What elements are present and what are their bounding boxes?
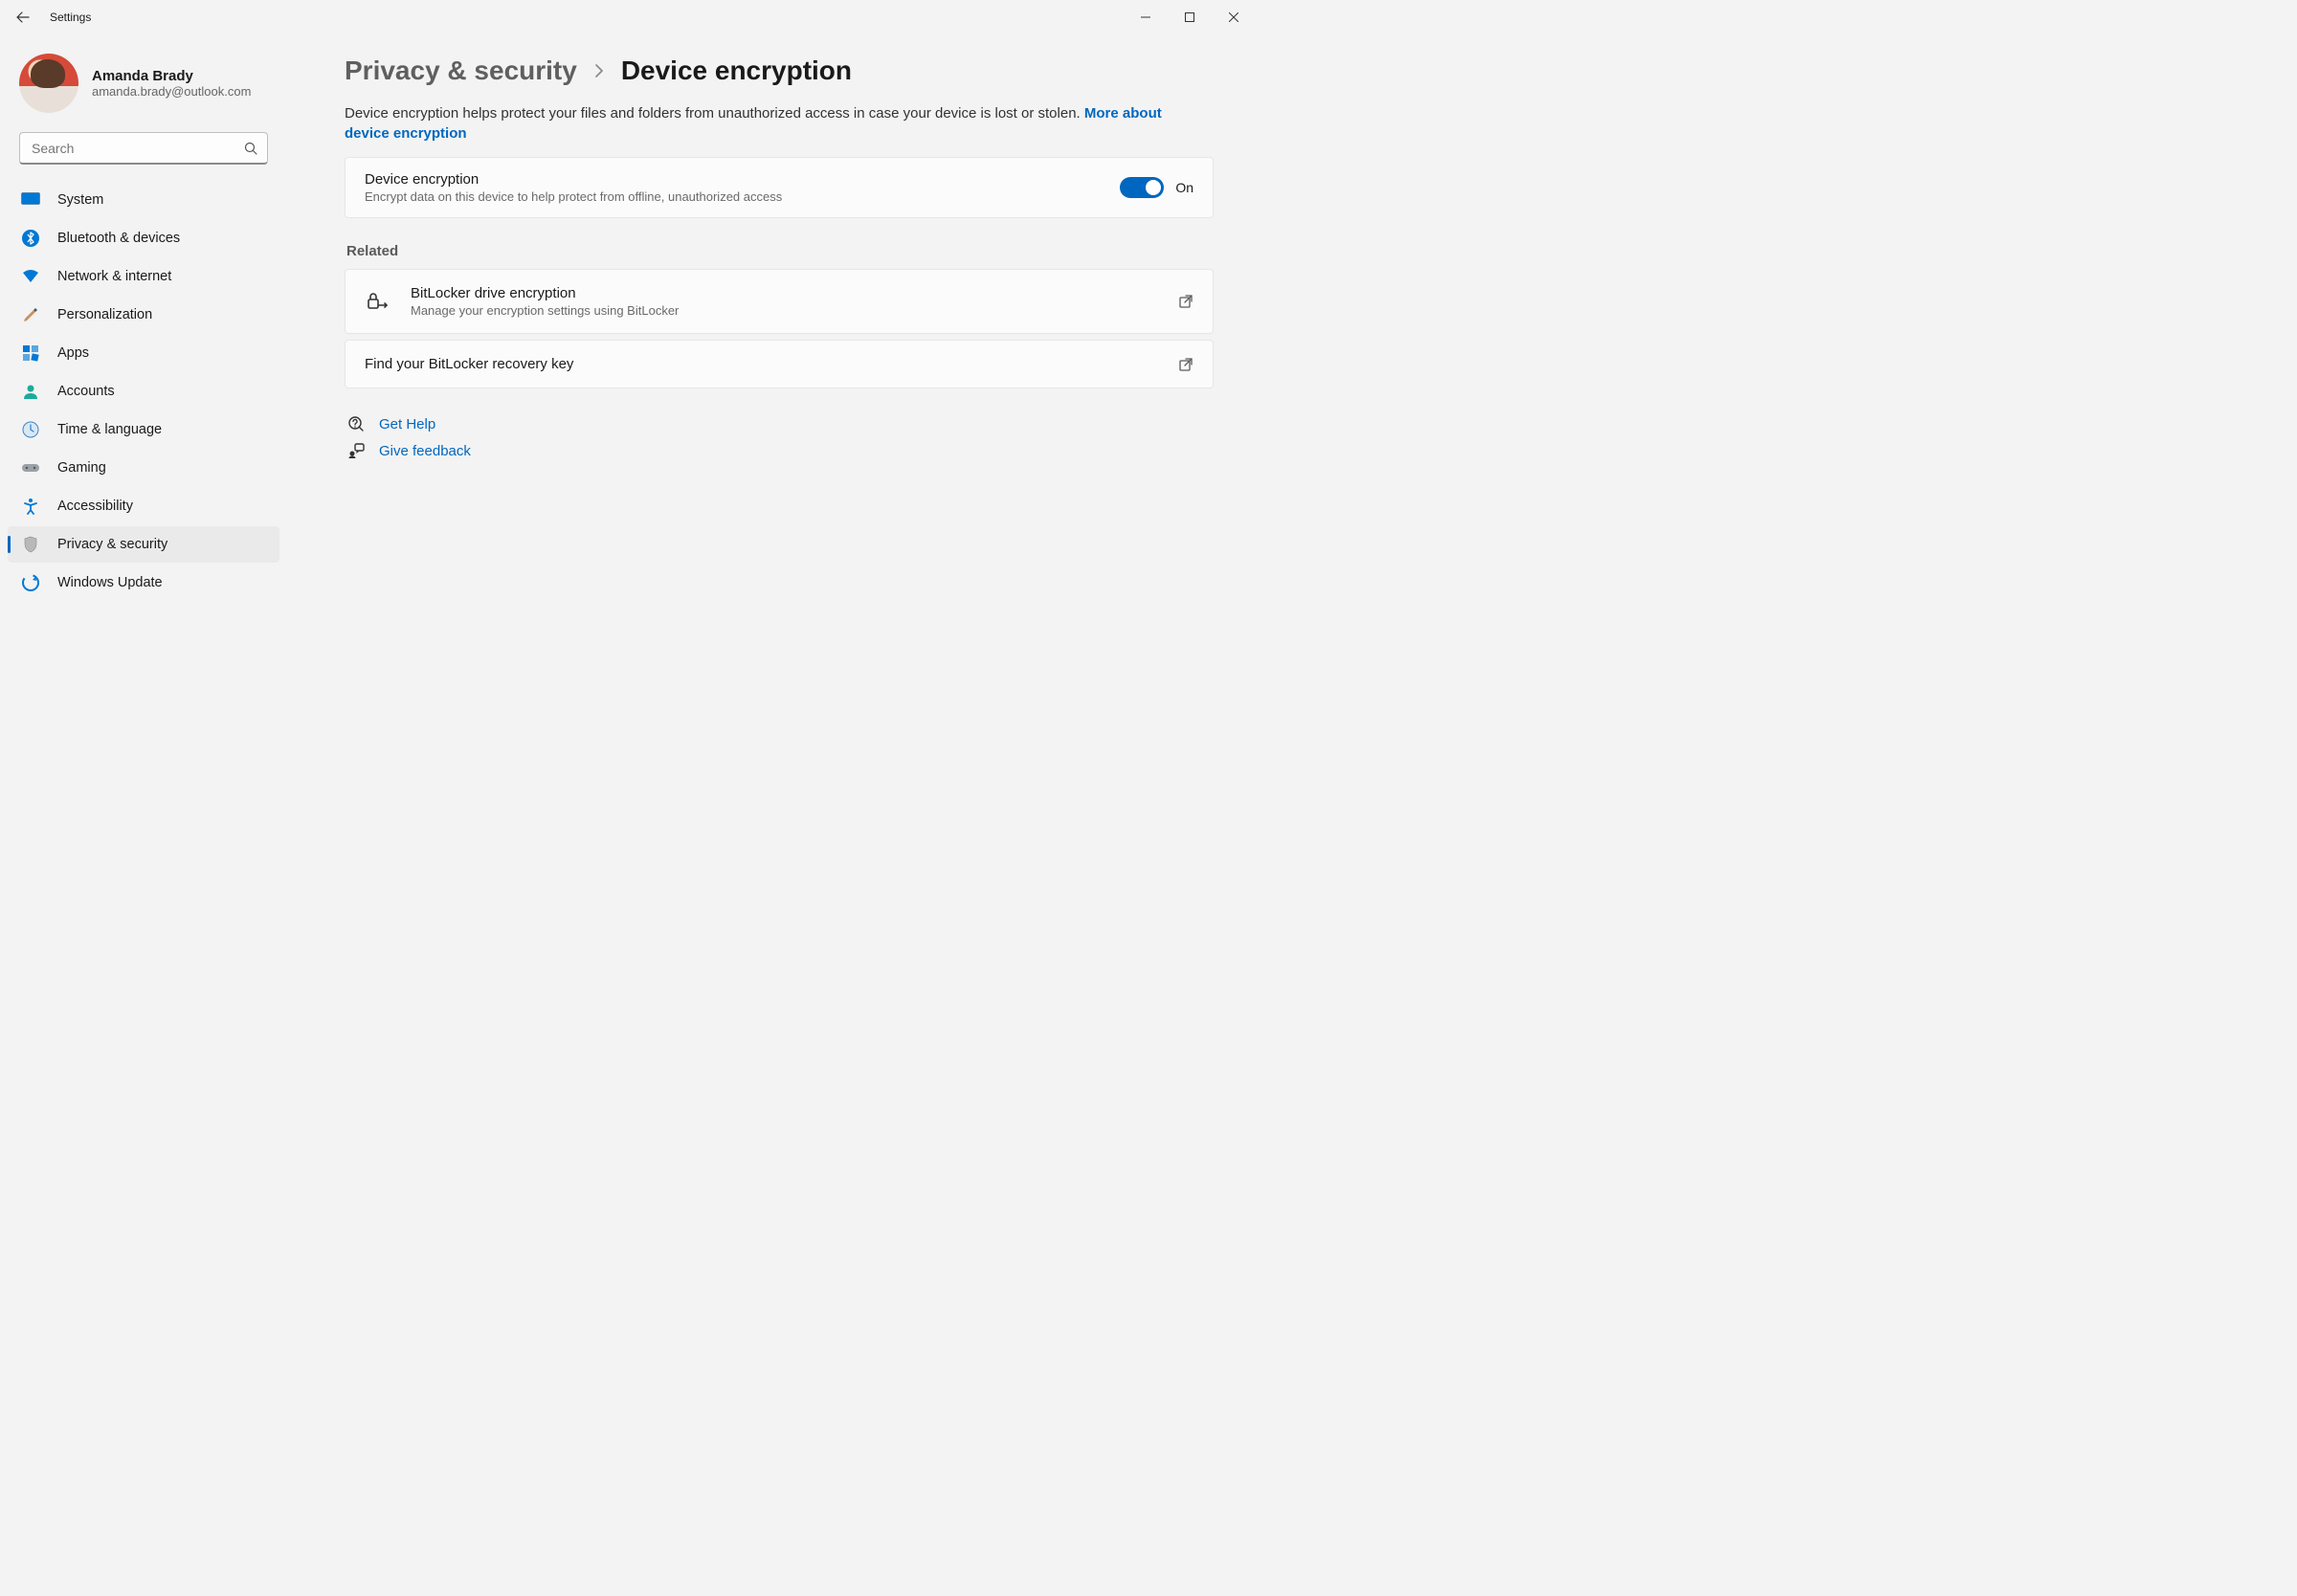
titlebar: Settings <box>0 0 1260 34</box>
sidebar-item-apps[interactable]: Apps <box>8 335 279 371</box>
toggle-wrapper: On <box>1120 177 1193 198</box>
minimize-button[interactable] <box>1124 0 1168 34</box>
sidebar-item-system[interactable]: System <box>8 182 279 218</box>
sidebar-item-accessibility[interactable]: Accessibility <box>8 488 279 524</box>
close-icon <box>1229 12 1238 22</box>
sidebar-item-label: System <box>57 192 103 208</box>
card-subtitle: Encrypt data on this device to help prot… <box>365 189 1103 204</box>
close-button[interactable] <box>1212 0 1256 34</box>
get-help-link[interactable]: Get Help <box>346 415 1214 432</box>
sidebar-item-label: Accessibility <box>57 499 133 514</box>
sidebar-item-windows-update[interactable]: Windows Update <box>8 565 279 601</box>
sidebar-item-time-language[interactable]: Time & language <box>8 411 279 448</box>
give-feedback-link[interactable]: Give feedback <box>346 442 1214 459</box>
find-recovery-key-link[interactable]: Find your BitLocker recovery key <box>345 340 1214 388</box>
sidebar-item-label: Apps <box>57 345 89 361</box>
feedback-icon <box>346 442 366 459</box>
breadcrumb-parent[interactable]: Privacy & security <box>345 55 577 86</box>
breadcrumb: Privacy & security Device encryption <box>345 55 1214 86</box>
card-title: Device encryption <box>365 171 1103 188</box>
accessibility-icon <box>21 497 40 516</box>
clock-globe-icon <box>21 420 40 439</box>
nav: System Bluetooth & devices Network & int… <box>8 182 279 601</box>
sidebar-item-label: Time & language <box>57 422 162 437</box>
window-controls <box>1124 0 1256 34</box>
breadcrumb-current: Device encryption <box>621 55 852 86</box>
open-external-icon <box>1178 294 1193 309</box>
avatar <box>19 54 78 113</box>
wifi-icon <box>21 267 40 286</box>
maximize-button[interactable] <box>1168 0 1212 34</box>
user-name: Amanda Brady <box>92 68 251 84</box>
device-encryption-card: Device encryption Encrypt data on this d… <box>345 157 1214 218</box>
sidebar: Amanda Brady amanda.brady@outlook.com Sy… <box>0 34 287 857</box>
apps-icon <box>21 344 40 363</box>
bluetooth-icon <box>21 229 40 248</box>
sidebar-item-label: Privacy & security <box>57 537 167 552</box>
sidebar-item-accounts[interactable]: Accounts <box>8 373 279 410</box>
intro-body: Device encryption helps protect your fil… <box>345 105 1084 122</box>
related-header: Related <box>346 243 1214 259</box>
chevron-right-icon <box>594 64 604 78</box>
link-card-subtitle: Manage your encryption settings using Bi… <box>411 303 1157 318</box>
bitlocker-drive-encryption-link[interactable]: BitLocker drive encryption Manage your e… <box>345 269 1214 334</box>
gamepad-icon <box>21 458 40 477</box>
sidebar-item-label: Windows Update <box>57 575 163 590</box>
update-icon <box>21 573 40 592</box>
sidebar-item-bluetooth[interactable]: Bluetooth & devices <box>8 220 279 256</box>
link-card-title: Find your BitLocker recovery key <box>365 356 1157 372</box>
sidebar-item-label: Network & internet <box>57 269 171 284</box>
back-button[interactable] <box>4 0 42 34</box>
sidebar-item-label: Bluetooth & devices <box>57 231 180 246</box>
sidebar-item-label: Personalization <box>57 307 152 322</box>
footer-links: Get Help Give feedback <box>345 415 1214 459</box>
paintbrush-icon <box>21 305 40 324</box>
shield-icon <box>21 535 40 554</box>
footer-link-label: Give feedback <box>379 443 471 459</box>
minimize-icon <box>1141 12 1150 22</box>
sidebar-item-gaming[interactable]: Gaming <box>8 450 279 486</box>
sidebar-item-network[interactable]: Network & internet <box>8 258 279 295</box>
person-icon <box>21 382 40 401</box>
sidebar-item-label: Gaming <box>57 460 106 476</box>
lock-drive-icon <box>365 292 390 311</box>
intro-text: Device encryption helps protect your fil… <box>345 103 1206 144</box>
search-icon <box>244 142 257 155</box>
open-external-icon <box>1178 357 1193 372</box>
footer-link-label: Get Help <box>379 416 435 432</box>
search-button[interactable] <box>239 137 262 160</box>
help-icon <box>346 415 366 432</box>
device-encryption-toggle[interactable] <box>1120 177 1164 198</box>
user-email: amanda.brady@outlook.com <box>92 84 251 99</box>
sidebar-item-personalization[interactable]: Personalization <box>8 297 279 333</box>
link-card-title: BitLocker drive encryption <box>411 285 1157 301</box>
arrow-left-icon <box>15 10 31 25</box>
main-content: Privacy & security Device encryption Dev… <box>287 34 1260 857</box>
window-title: Settings <box>50 11 91 24</box>
maximize-icon <box>1185 12 1194 22</box>
sidebar-item-privacy-security[interactable]: Privacy & security <box>8 526 279 563</box>
search-input[interactable] <box>19 132 268 165</box>
sidebar-item-label: Accounts <box>57 384 115 399</box>
search-wrapper <box>19 132 268 165</box>
toggle-state-label: On <box>1175 180 1193 195</box>
display-icon <box>21 190 40 210</box>
user-block[interactable]: Amanda Brady amanda.brady@outlook.com <box>8 46 279 124</box>
